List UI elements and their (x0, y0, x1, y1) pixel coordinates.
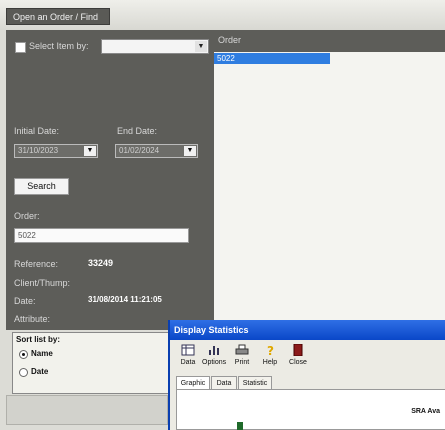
order-list[interactable] (214, 52, 445, 322)
close-button-label: Close (289, 359, 307, 366)
tab-content: SRA Ava (176, 389, 445, 430)
close-button[interactable]: Close (286, 342, 310, 372)
svg-text:?: ? (267, 344, 274, 356)
order-label: Order: (14, 211, 40, 221)
options-button-label: Options (202, 359, 227, 366)
tab-data[interactable]: Data (211, 376, 237, 389)
options-icon (209, 346, 219, 355)
print-button-label: Print (234, 359, 250, 366)
select-item-label: Select Item by: (29, 41, 89, 51)
print-button[interactable]: Print (230, 342, 254, 372)
dialog-title: Display Statistics (170, 320, 445, 340)
data-button-label: Data (180, 359, 196, 366)
chevron-down-icon: ▼ (84, 146, 96, 156)
close-icon (293, 343, 303, 357)
tab-statistic[interactable]: Statistic (238, 376, 272, 389)
date-label: Date: (14, 296, 36, 306)
sort-name-label: Name (31, 349, 53, 358)
window-title: Open an Order / Find (6, 8, 110, 25)
sort-name-radio[interactable] (19, 350, 28, 359)
chart-bar (237, 422, 243, 430)
help-icon: ? (267, 344, 274, 358)
tab-graphic[interactable]: Graphic (176, 376, 210, 389)
order-input[interactable]: 5022 (14, 228, 189, 243)
initial-date-picker[interactable]: 31/10/2023 ▼ (14, 144, 98, 158)
attribute-label: Attribute: (14, 314, 51, 324)
client-label: Client/Thump: (14, 278, 71, 288)
search-button[interactable]: Search (14, 178, 69, 195)
initial-date-label: Initial Date: (14, 126, 60, 136)
sort-group: Sort list by: Name Date (12, 332, 170, 394)
reference-value: 33249 (88, 258, 114, 268)
help-button-label: Help (262, 359, 278, 366)
chevron-down-icon: ▼ (195, 41, 207, 52)
order-list-header: Order (214, 30, 445, 52)
end-date-picker[interactable]: 01/02/2024 ▼ (115, 144, 198, 158)
table-icon (181, 344, 195, 356)
end-date-label: End Date: (117, 126, 158, 136)
status-area (6, 395, 168, 425)
select-item-dropdown[interactable]: ▼ (101, 39, 209, 54)
date-value: 31/08/2014 11:21:05 (88, 295, 162, 304)
chart-label: SRA Ava (411, 408, 440, 415)
data-button[interactable]: Data (176, 342, 200, 372)
sort-date-radio[interactable] (19, 368, 28, 377)
options-button[interactable]: Options (202, 342, 226, 372)
chevron-down-icon: ▼ (184, 146, 196, 156)
printer-icon (235, 344, 249, 355)
reference-label: Reference: (14, 259, 59, 269)
help-button[interactable]: ? Help (258, 342, 282, 372)
sort-date-label: Date (31, 367, 49, 376)
statistics-dialog: Display Statistics Data Options Print ? … (168, 320, 445, 430)
select-item-checkbox[interactable] (15, 42, 26, 53)
list-item[interactable]: 5022 (214, 53, 330, 64)
sort-title: Sort list by: (16, 335, 61, 344)
order-list-title: Order (218, 35, 242, 45)
